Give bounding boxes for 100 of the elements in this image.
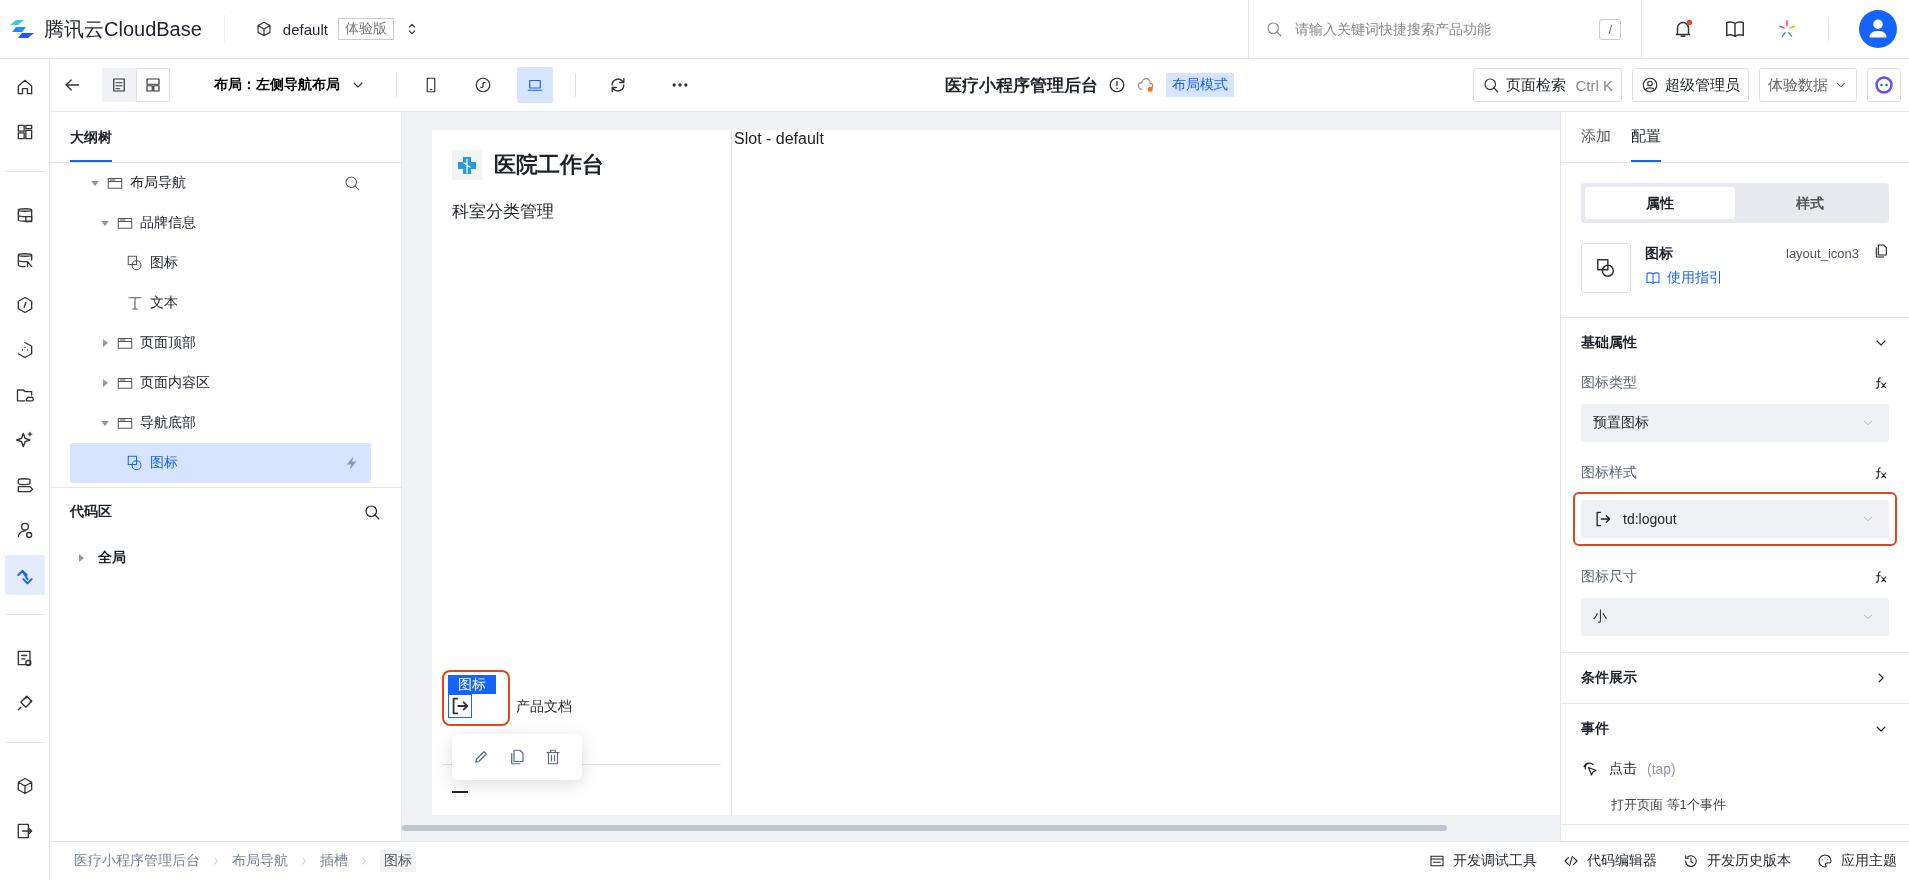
search-icon <box>1265 20 1283 38</box>
guide-link[interactable]: 使用指引 <box>1645 269 1723 287</box>
caret-icon[interactable] <box>100 378 110 388</box>
copy-icon[interactable] <box>1873 243 1889 259</box>
tree-node[interactable]: 图标 <box>70 443 371 483</box>
panel-tab[interactable]: 配置 <box>1631 112 1661 162</box>
data-source-dropdown[interactable]: 体验数据 <box>1759 68 1857 102</box>
page-search-button[interactable]: 页面检索 Ctrl K <box>1472 68 1622 102</box>
app-title: 医院工作台 <box>494 151 604 179</box>
medical-cross-icon <box>452 150 482 180</box>
shapes-icon <box>126 454 144 472</box>
shortcut-hint: Ctrl K <box>1575 76 1613 94</box>
shapes-icon <box>126 254 144 272</box>
event-name: 点击 <box>1609 760 1637 778</box>
assistant-button[interactable] <box>1867 68 1901 102</box>
book-icon <box>1645 270 1661 286</box>
toolbar-button[interactable]: 代码编辑器 <box>1563 852 1657 870</box>
segment-tab[interactable]: 样式 <box>1735 187 1885 219</box>
field-label: 图标尺寸 <box>1581 568 1637 586</box>
refresh-icon[interactable] <box>608 75 628 95</box>
footer-link[interactable]: 产品文档 <box>516 698 572 716</box>
mini-program-icon <box>474 76 492 94</box>
sparkle-icon <box>14 430 35 450</box>
logout-icon[interactable] <box>448 694 472 718</box>
toolbar-button[interactable]: 应用主题 <box>1817 852 1897 870</box>
book-icon[interactable] <box>1724 18 1746 40</box>
tree-node[interactable]: 品牌信息 <box>70 203 371 243</box>
select-field[interactable]: td:logout <box>1581 500 1889 538</box>
tree-node[interactable]: 文本 <box>70 283 371 323</box>
pencil-icon[interactable] <box>472 748 490 766</box>
select-field[interactable]: 小 <box>1581 598 1889 636</box>
tree-label: 导航底部 <box>140 414 196 432</box>
tree-label: 布局导航 <box>130 174 186 192</box>
layout-dropdown[interactable]: 布局：左侧导航布局 <box>180 76 380 94</box>
slot-label: Slot - default <box>734 130 824 147</box>
tree-label: 页面顶部 <box>140 334 196 352</box>
select-field[interactable]: 预置图标 <box>1581 404 1889 442</box>
trash-icon[interactable] <box>544 748 562 766</box>
text-icon <box>126 294 144 312</box>
info-icon[interactable] <box>1107 76 1126 94</box>
page-title: 医疗小程序管理后台 <box>944 74 1098 97</box>
caret-icon[interactable] <box>90 178 100 188</box>
scrollbar-thumb[interactable] <box>402 825 1447 831</box>
tree-node[interactable]: 全局 <box>50 536 401 580</box>
section-title: 基础属性 <box>1581 334 1637 352</box>
brand-name: 腾讯云CloudBase <box>44 16 202 42</box>
breadcrumb-item[interactable]: 医疗小程序管理后台 <box>74 852 200 870</box>
breadcrumb-item[interactable]: 图标 <box>380 850 416 872</box>
tree-label: 图标 <box>150 454 178 472</box>
panel-tab[interactable]: 添加 <box>1581 112 1611 162</box>
role-label: 超级管理员 <box>1665 75 1740 95</box>
document-icon <box>110 76 128 94</box>
tree-node[interactable]: 布局导航 <box>70 163 371 203</box>
toolbar-button[interactable]: 开发历史版本 <box>1683 852 1791 870</box>
user-icon <box>1641 76 1659 94</box>
tree-label: 品牌信息 <box>140 214 196 232</box>
menu-item[interactable]: 科室分类管理 <box>452 200 554 223</box>
palette-icon <box>1817 853 1833 869</box>
shortcut-key: / <box>1599 18 1621 40</box>
formula-icon[interactable] <box>1873 465 1889 481</box>
event-trigger: (tap) <box>1647 761 1676 777</box>
toolbar-button[interactable]: 开发调试工具 <box>1429 852 1537 870</box>
breadcrumb-item[interactable]: 布局导航 <box>232 852 288 870</box>
breadcrumb-item[interactable]: 插槽 <box>320 852 348 870</box>
segment-tab[interactable]: 属性 <box>1585 187 1735 219</box>
section-title: 条件展示 <box>1581 669 1637 687</box>
tree-label: 图标 <box>150 254 178 272</box>
tree-label: 页面内容区 <box>140 374 210 392</box>
env-name[interactable]: default <box>282 20 328 38</box>
role-button[interactable]: 超级管理员 <box>1632 68 1749 102</box>
event-summary[interactable]: 打开页面 等1个事件 <box>1581 778 1889 814</box>
tree-node[interactable]: 导航底部 <box>70 403 371 443</box>
outline-tab[interactable]: 大纲树 <box>70 129 112 162</box>
selection-tag: 图标 <box>448 675 496 694</box>
logo-icon <box>8 19 36 39</box>
copy-icon[interactable] <box>508 748 526 766</box>
caret-icon[interactable] <box>100 338 110 348</box>
outline-view-button[interactable] <box>102 68 136 102</box>
formula-icon[interactable] <box>1873 569 1889 585</box>
avatar-icon[interactable] <box>1859 10 1897 48</box>
env-badge: 体验版 <box>337 18 394 40</box>
search-field[interactable]: 请输入关键词快捷搜索产品功能 <box>1293 20 1590 38</box>
tree-node[interactable]: 页面内容区 <box>70 363 371 403</box>
caret-icon[interactable] <box>76 553 86 563</box>
section-title: 代码区 <box>70 503 112 521</box>
tree-node[interactable]: 页面顶部 <box>70 323 371 363</box>
caret-icon[interactable] <box>100 218 110 228</box>
field-label: 图标样式 <box>1581 464 1637 482</box>
mode-badge: 布局模式 <box>1165 73 1234 97</box>
tree-node[interactable]: 图标 <box>70 243 371 283</box>
component-name: 图标 <box>1645 245 1674 263</box>
caret-icon[interactable] <box>100 418 110 428</box>
formula-icon[interactable] <box>1873 375 1889 391</box>
layout-view-button[interactable] <box>136 68 170 102</box>
tree-label: 文本 <box>150 294 178 312</box>
search-icon[interactable] <box>363 503 381 521</box>
history-icon <box>1683 853 1699 869</box>
tap-icon <box>1581 760 1599 778</box>
robot-icon <box>1874 75 1894 95</box>
star-logo-icon[interactable] <box>1776 18 1798 40</box>
